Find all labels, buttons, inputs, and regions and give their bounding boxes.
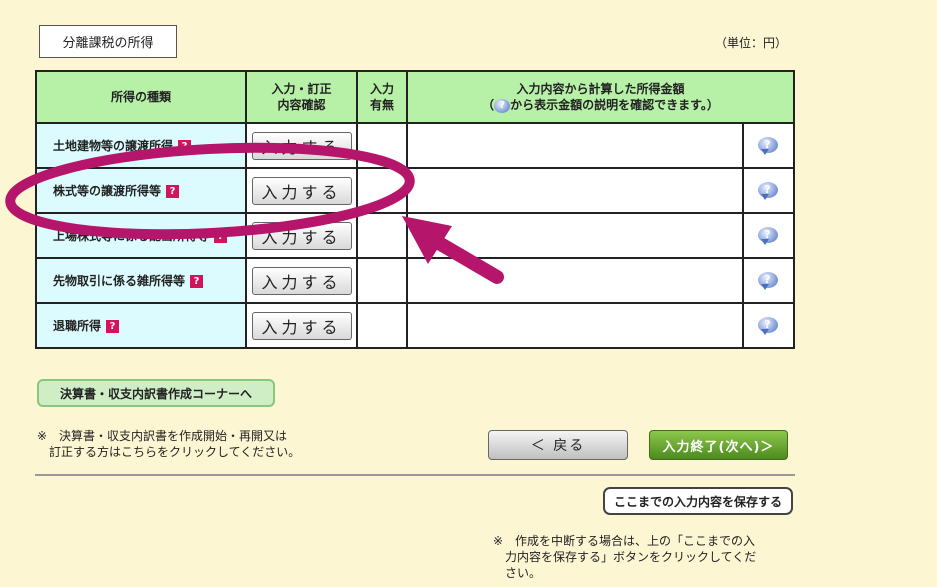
input-cell: 入力する <box>245 122 358 169</box>
header-input: 入力・訂正 内容確認 <box>245 70 358 124</box>
income-kind-label: 上場株式等に係る配当所得等 <box>53 229 210 243</box>
amount-cell <box>406 167 744 214</box>
income-kind-cell: 退職所得? <box>35 302 247 349</box>
income-kind-cell: 株式等の譲渡所得等? <box>35 167 247 214</box>
table-row: 上場株式等に係る配当所得等? 入力する? <box>35 212 796 259</box>
input-cell: 入力する <box>245 302 358 349</box>
table-row: 土地建物等の譲渡所得? 入力する? <box>35 122 796 169</box>
income-kind-label: 退職所得 <box>53 319 102 333</box>
presence-cell <box>356 257 408 304</box>
income-kind-label: 株式等の譲渡所得等 <box>53 184 162 198</box>
info-help-icon[interactable]: ? <box>757 136 780 155</box>
info-cell: ? <box>741 212 796 259</box>
income-kind-cell: 土地建物等の譲渡所得? <box>35 122 247 169</box>
help-mark-icon[interactable]: ? <box>166 185 180 198</box>
help-mark-icon[interactable]: ? <box>106 320 120 333</box>
table-header-row: 所得の種類 入力・訂正 内容確認 入力 有無 入力内容から計算した所得金額 （? から… <box>35 70 796 124</box>
info-cell: ? <box>741 122 796 169</box>
help-mark-icon[interactable]: ? <box>214 230 228 243</box>
help-mark-icon[interactable]: ? <box>190 275 204 288</box>
info-cell: ? <box>741 167 796 214</box>
help-icon: ? <box>494 98 511 113</box>
input-button[interactable]: 入力する <box>251 176 352 205</box>
income-kind-cell: 先物取引に係る雑所得等? <box>35 257 247 304</box>
info-help-icon[interactable]: ? <box>757 226 780 245</box>
input-cell: 入力する <box>245 257 358 304</box>
settlement-corner-button[interactable]: 決算書・収支内訳書作成コーナーへ <box>37 379 275 407</box>
next-button[interactable]: 入力終了(次へ)＞ <box>649 430 788 460</box>
input-button[interactable]: 入力する <box>251 311 352 340</box>
info-help-icon[interactable]: ? <box>757 316 780 335</box>
info-cell: ? <box>741 302 796 349</box>
amount-cell <box>406 212 744 259</box>
table-row: 先物取引に係る雑所得等? 入力する? <box>35 257 796 304</box>
divider <box>35 474 795 476</box>
input-button[interactable]: 入力する <box>251 266 352 295</box>
input-button[interactable]: 入力する <box>251 131 352 160</box>
unit-label: （単位：円） <box>714 36 787 50</box>
table-row: 退職所得? 入力する? <box>35 302 796 349</box>
amount-cell <box>406 302 744 349</box>
income-kind-label: 先物取引に係る雑所得等 <box>53 274 186 288</box>
section-title: 分離課税の所得 <box>39 25 177 58</box>
back-button[interactable]: ＜ 戻る <box>488 430 628 460</box>
info-help-icon[interactable]: ? <box>757 181 780 200</box>
header-amount: 入力内容から計算した所得金額 （? から表示金額の説明を確認できます。） <box>405 70 796 124</box>
input-button[interactable]: 入力する <box>251 221 352 250</box>
presence-cell <box>356 212 408 259</box>
income-table: 所得の種類 入力・訂正 内容確認 入力 有無 入力内容から計算した所得金額 （? から… <box>35 70 796 349</box>
help-mark-icon[interactable]: ? <box>178 140 192 153</box>
income-kind-cell: 上場株式等に係る配当所得等? <box>35 212 247 259</box>
info-help-icon[interactable]: ? <box>757 271 780 290</box>
presence-cell <box>356 302 408 349</box>
amount-cell <box>406 257 744 304</box>
header-presence: 入力 有無 <box>356 70 408 124</box>
table-row: 株式等の譲渡所得等? 入力する? <box>35 167 796 214</box>
input-cell: 入力する <box>245 212 358 259</box>
income-kind-label: 土地建物等の譲渡所得 <box>53 139 174 153</box>
info-cell: ? <box>741 257 796 304</box>
input-cell: 入力する <box>245 167 358 214</box>
amount-cell <box>406 122 744 169</box>
settlement-note: ※ 決算書・収支内訳書を作成開始・再開又は 訂正する方はこちらをクリックしてくだ… <box>37 429 301 459</box>
save-progress-button[interactable]: ここまでの入力内容を保存する <box>603 487 793 515</box>
header-kind: 所得の種類 <box>35 70 247 124</box>
presence-cell <box>356 122 408 169</box>
save-note: ※ 作成を中断する場合は、上の「ここまでの入 力内容を保存する」ボタンをクリック… <box>493 534 757 580</box>
presence-cell <box>356 167 408 214</box>
